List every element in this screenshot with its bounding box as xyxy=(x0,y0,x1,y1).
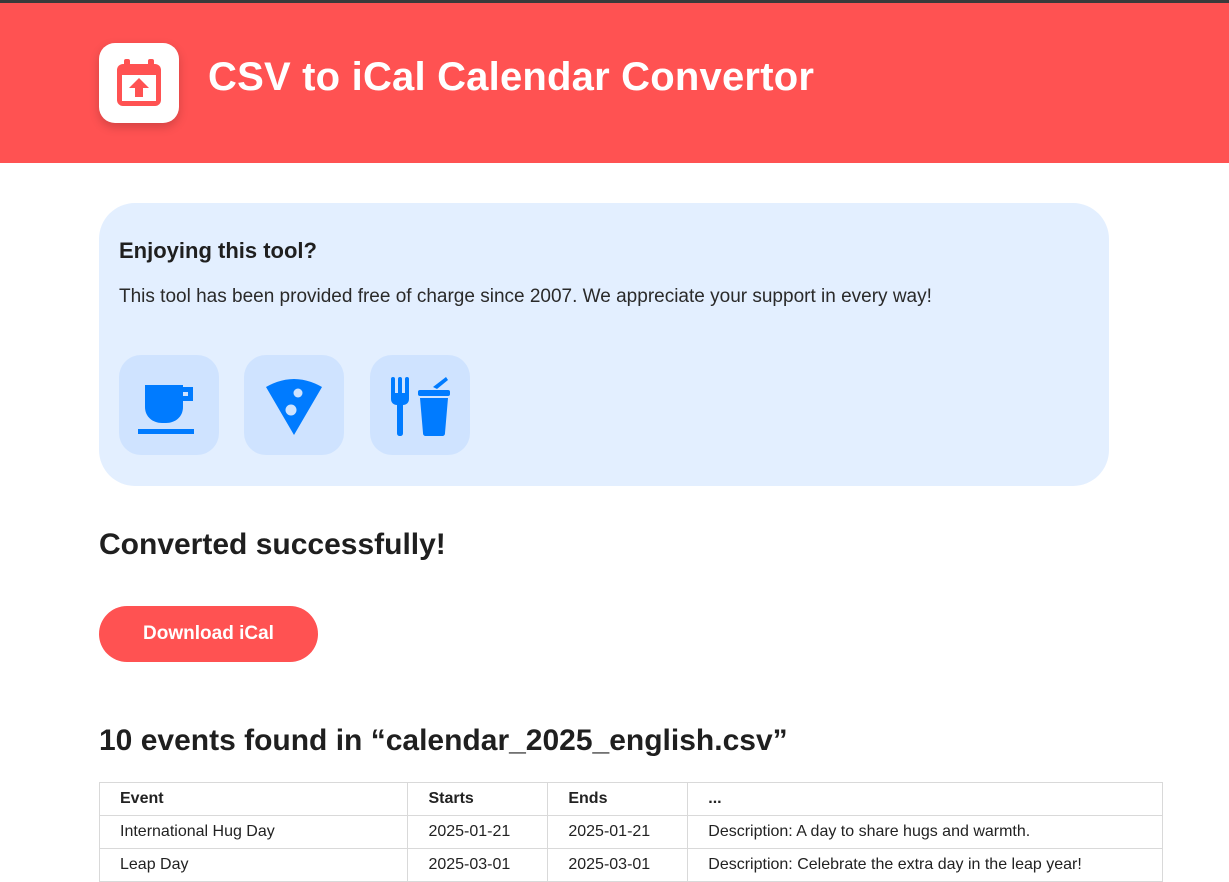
event-name-cell: Leap Day xyxy=(98,848,409,882)
donate-coffee-button[interactable] xyxy=(119,355,219,455)
table-row: International Hug Day 2025-01-21 2025-01… xyxy=(98,815,1163,849)
support-title: Enjoying this tool? xyxy=(119,238,317,263)
column-header-starts: Starts xyxy=(407,782,549,816)
pizza-slice-icon xyxy=(266,379,322,435)
table-header-row: Event Starts Ends ... xyxy=(98,782,1163,816)
support-card: Enjoying this tool? This tool has been p… xyxy=(99,203,1109,486)
donate-meal-button[interactable] xyxy=(370,355,470,455)
event-description-cell: Description: A day to share hugs and war… xyxy=(687,815,1163,849)
table-row: Leap Day 2025-03-01 2025-03-01 Descripti… xyxy=(98,848,1163,882)
donate-pizza-button[interactable] xyxy=(244,355,344,455)
event-name-cell: International Hug Day xyxy=(98,815,409,849)
event-start-cell: 2025-03-01 xyxy=(407,848,549,882)
app-title: CSV to iCal Calendar Convertor xyxy=(208,55,815,99)
coffee-cup-icon xyxy=(138,385,194,434)
download-ical-button[interactable]: Download iCal xyxy=(99,606,318,662)
event-end-cell: 2025-03-01 xyxy=(547,848,689,882)
column-header-more: ... xyxy=(687,782,1163,816)
events-table: Event Starts Ends ... International Hug … xyxy=(98,782,1163,882)
conversion-status: Converted successfully! xyxy=(99,528,446,561)
events-heading: 10 events found in “calendar_2025_englis… xyxy=(99,724,788,757)
support-text: This tool has been provided free of char… xyxy=(119,286,932,307)
app-header: CSV to iCal Calendar Convertor xyxy=(0,3,1229,163)
event-end-cell: 2025-01-21 xyxy=(547,815,689,849)
column-header-event: Event xyxy=(98,782,409,816)
column-header-ends: Ends xyxy=(547,782,689,816)
fork-drink-icon xyxy=(391,377,450,436)
event-start-cell: 2025-01-21 xyxy=(407,815,549,849)
event-description-cell: Description: Celebrate the extra day in … xyxy=(687,848,1163,882)
calendar-upload-icon[interactable] xyxy=(99,43,179,123)
